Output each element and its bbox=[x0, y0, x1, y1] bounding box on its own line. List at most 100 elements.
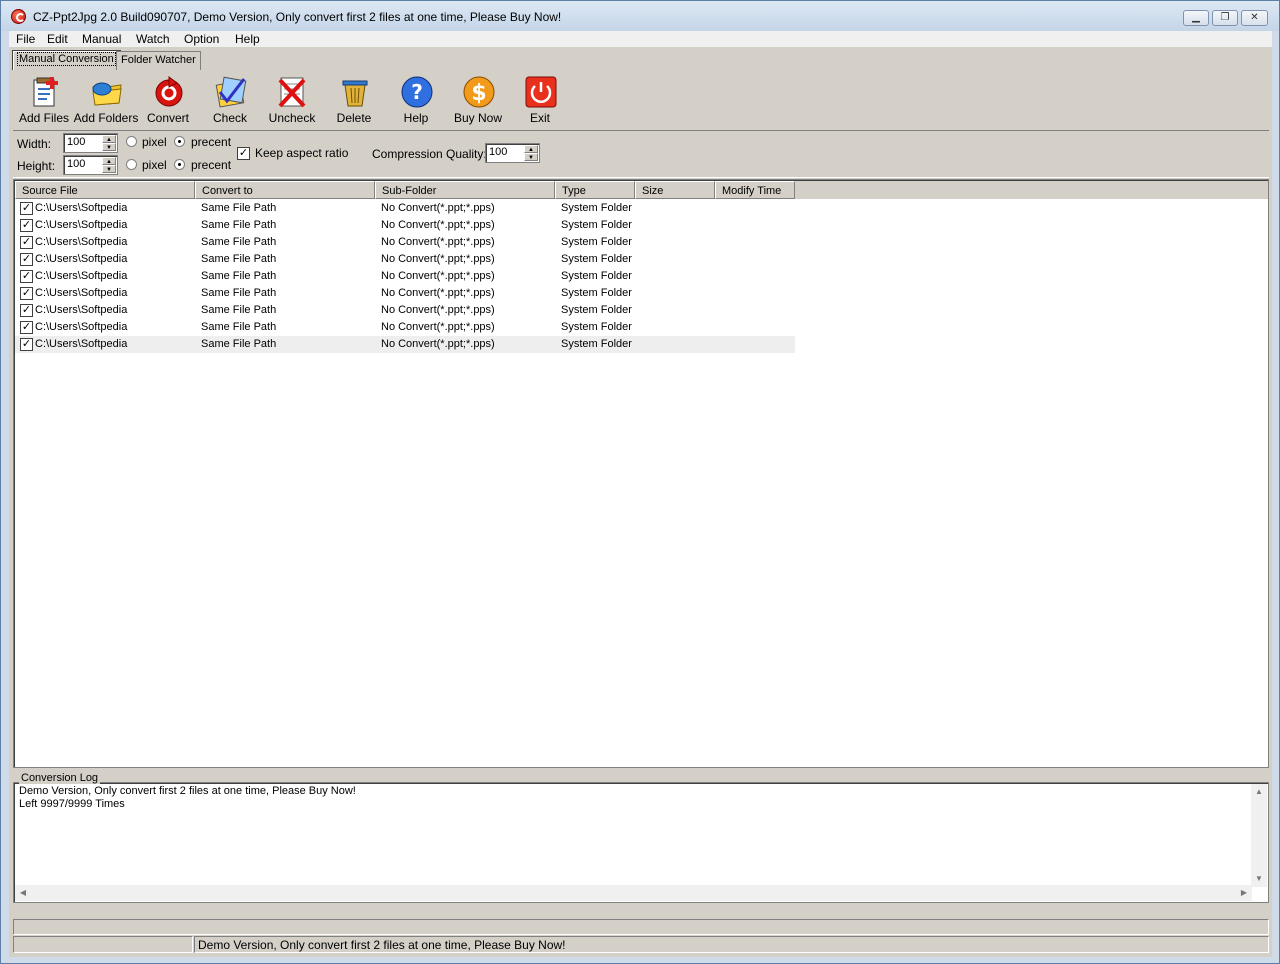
table-row[interactable]: ✓ C:\Users\Softpedia Same File Path No C… bbox=[15, 234, 795, 251]
row-checkbox[interactable]: ✓ bbox=[20, 321, 33, 334]
title-bar[interactable]: CZ-Ppt2Jpg 2.0 Build090707, Demo Version… bbox=[1, 1, 1279, 31]
row-checkbox[interactable]: ✓ bbox=[20, 304, 33, 317]
file-list-header: Source File Convert to Sub-Folder Type S… bbox=[15, 181, 1268, 199]
delete-button[interactable]: Delete bbox=[323, 73, 385, 129]
menu-bar: File Edit Manual Watch Option Help bbox=[9, 31, 1272, 47]
table-row[interactable]: ✓ C:\Users\Softpedia Same File Path No C… bbox=[15, 319, 795, 336]
row-checkbox[interactable]: ✓ bbox=[20, 219, 33, 232]
app-logo-icon[interactable] bbox=[11, 9, 26, 24]
add-folders-button[interactable]: Add Folders bbox=[74, 73, 138, 129]
row-checkbox[interactable]: ✓ bbox=[20, 287, 33, 300]
scroll-right-icon[interactable]: ▶ bbox=[1236, 885, 1252, 901]
column-convert-to[interactable]: Convert to bbox=[195, 181, 375, 199]
cell-convert-to: Same File Path bbox=[201, 304, 277, 316]
maximize-button[interactable]: ❐ bbox=[1212, 10, 1238, 26]
cell-convert-to: Same File Path bbox=[201, 219, 277, 231]
exit-button[interactable]: Exit bbox=[509, 73, 571, 129]
conversion-log[interactable]: Demo Version, Only convert first 2 files… bbox=[13, 782, 1269, 903]
client-area: File Edit Manual Watch Option Help Manua… bbox=[9, 31, 1272, 957]
add-files-icon bbox=[33, 77, 58, 107]
width-spinner[interactable]: 100 ▲ ▼ bbox=[63, 133, 118, 153]
cell-type: System Folder bbox=[561, 270, 632, 282]
width-pixel-label: pixel bbox=[142, 135, 167, 149]
table-row[interactable]: ✓ C:\Users\Softpedia Same File Path No C… bbox=[15, 217, 795, 234]
cell-sub-folder: No Convert(*.ppt;*.pps) bbox=[381, 321, 495, 333]
table-row[interactable]: ✓ C:\Users\Softpedia Same File Path No C… bbox=[15, 336, 795, 353]
toolbar: Add Files Add Folders Convert Check Unch… bbox=[13, 73, 1269, 129]
log-vertical-scrollbar[interactable]: ▲ ▼ bbox=[1251, 784, 1267, 887]
scroll-left-icon[interactable]: ◀ bbox=[15, 885, 31, 901]
table-row[interactable]: ✓ C:\Users\Softpedia Same File Path No C… bbox=[15, 268, 795, 285]
row-checkbox[interactable]: ✓ bbox=[20, 253, 33, 266]
delete-icon bbox=[342, 80, 368, 107]
help-button[interactable]: ? Help bbox=[385, 73, 447, 129]
cell-sub-folder: No Convert(*.ppt;*.pps) bbox=[381, 236, 495, 248]
width-value: 100 bbox=[67, 136, 86, 148]
spin-down-icon[interactable]: ▼ bbox=[102, 143, 116, 151]
spin-down-icon[interactable]: ▼ bbox=[102, 165, 116, 173]
table-row[interactable]: ✓ C:\Users\Softpedia Same File Path No C… bbox=[15, 302, 795, 319]
size-options-panel: Width: 100 ▲ ▼ pixel precent Height: 100 … bbox=[13, 130, 1269, 178]
width-spinner-arrows[interactable]: ▲ ▼ bbox=[102, 135, 116, 151]
convert-button[interactable]: Convert bbox=[137, 73, 199, 129]
row-checkbox[interactable]: ✓ bbox=[20, 202, 33, 215]
file-list[interactable]: Source File Convert to Sub-Folder Type S… bbox=[13, 179, 1269, 768]
table-row[interactable]: ✓ C:\Users\Softpedia Same File Path No C… bbox=[15, 200, 795, 217]
add-files-button[interactable]: Add Files bbox=[13, 73, 75, 129]
tab-folder-watcher[interactable]: Folder Watcher bbox=[116, 51, 201, 70]
height-pixel-radio[interactable] bbox=[126, 159, 137, 170]
close-button[interactable]: ✕ bbox=[1241, 10, 1268, 26]
height-label: Height: bbox=[17, 159, 56, 173]
scroll-up-icon[interactable]: ▲ bbox=[1251, 784, 1267, 800]
check-button[interactable]: Check bbox=[199, 73, 261, 129]
menu-file[interactable]: File bbox=[16, 32, 35, 46]
keep-aspect-checkbox[interactable]: ✓ bbox=[237, 147, 250, 160]
spin-up-icon[interactable]: ▲ bbox=[102, 135, 116, 143]
column-size[interactable]: Size bbox=[635, 181, 715, 199]
column-modify-time[interactable]: Modify Time bbox=[715, 181, 795, 199]
buy-now-button[interactable]: $ Buy Now bbox=[447, 73, 509, 129]
compression-spinner-arrows[interactable]: ▲ ▼ bbox=[524, 145, 538, 161]
width-pixel-radio[interactable] bbox=[126, 136, 137, 147]
height-pixel-label: pixel bbox=[142, 158, 167, 172]
scroll-down-icon[interactable]: ▼ bbox=[1251, 871, 1267, 887]
table-row[interactable]: ✓ C:\Users\Softpedia Same File Path No C… bbox=[15, 285, 795, 302]
spin-down-icon[interactable]: ▼ bbox=[524, 153, 538, 161]
cell-source: C:\Users\Softpedia bbox=[35, 236, 128, 248]
width-percent-radio[interactable] bbox=[174, 136, 185, 147]
minimize-icon: ▁ bbox=[1192, 12, 1200, 23]
compression-quality-label: Compression Quality: bbox=[372, 147, 487, 161]
compression-quality-spinner[interactable]: 100 ▲ ▼ bbox=[485, 143, 540, 163]
status-panel-left bbox=[13, 936, 193, 953]
uncheck-button[interactable]: Uncheck bbox=[261, 73, 323, 129]
height-spinner[interactable]: 100 ▲ ▼ bbox=[63, 155, 118, 175]
row-checkbox[interactable]: ✓ bbox=[20, 236, 33, 249]
spin-up-icon[interactable]: ▲ bbox=[102, 157, 116, 165]
row-checkbox[interactable]: ✓ bbox=[20, 338, 33, 351]
tab-manual-conversion[interactable]: Manual Conversion bbox=[12, 50, 121, 70]
menu-option[interactable]: Option bbox=[184, 32, 219, 46]
height-percent-radio[interactable] bbox=[174, 159, 185, 170]
log-horizontal-scrollbar[interactable]: ◀ ▶ bbox=[15, 885, 1252, 901]
uncheck-icon bbox=[278, 77, 306, 108]
menu-watch[interactable]: Watch bbox=[136, 32, 170, 46]
maximize-icon: ❐ bbox=[1220, 12, 1230, 23]
cell-sub-folder: No Convert(*.ppt;*.pps) bbox=[381, 219, 495, 231]
column-type[interactable]: Type bbox=[555, 181, 635, 199]
minimize-button[interactable]: ▁ bbox=[1183, 10, 1209, 26]
cell-source: C:\Users\Softpedia bbox=[35, 321, 128, 333]
cell-source: C:\Users\Softpedia bbox=[35, 338, 128, 350]
height-spinner-arrows[interactable]: ▲ ▼ bbox=[102, 157, 116, 173]
menu-edit[interactable]: Edit bbox=[47, 32, 68, 46]
menu-manual[interactable]: Manual bbox=[82, 32, 121, 46]
cell-type: System Folder bbox=[561, 219, 632, 231]
cell-source: C:\Users\Softpedia bbox=[35, 287, 128, 299]
menu-help[interactable]: Help bbox=[235, 32, 260, 46]
spin-up-icon[interactable]: ▲ bbox=[524, 145, 538, 153]
column-source-file[interactable]: Source File bbox=[15, 181, 195, 199]
convert-icon bbox=[155, 76, 183, 107]
row-checkbox[interactable]: ✓ bbox=[20, 270, 33, 283]
table-row[interactable]: ✓ C:\Users\Softpedia Same File Path No C… bbox=[15, 251, 795, 268]
window-title: CZ-Ppt2Jpg 2.0 Build090707, Demo Version… bbox=[33, 10, 562, 24]
column-sub-folder[interactable]: Sub-Folder bbox=[375, 181, 555, 199]
